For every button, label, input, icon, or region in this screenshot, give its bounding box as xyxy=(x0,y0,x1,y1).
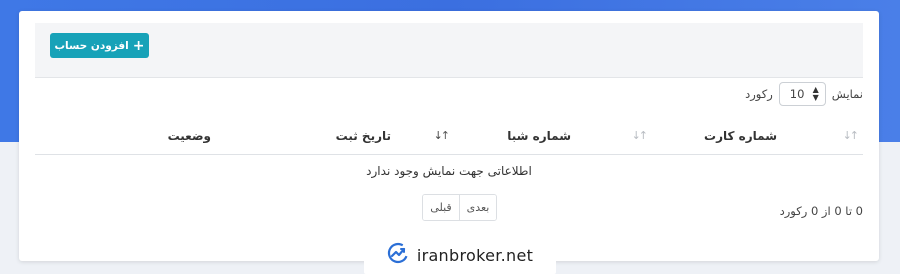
sort-icon[interactable]: ↑↓ xyxy=(843,129,860,142)
pagination: قبلی بعدی xyxy=(422,194,497,221)
length-prefix: نمایش xyxy=(831,87,863,101)
previous-page-button[interactable]: قبلی xyxy=(423,195,460,220)
accounts-card: + افزودن حساب نمایش 10 ▲ ▼ رکورد شماره کا… xyxy=(19,11,879,261)
iranbroker-logo-icon xyxy=(387,242,409,268)
add-account-button[interactable]: + افزودن حساب xyxy=(50,33,149,58)
records-info: 0 تا 0 از 0 رکورد xyxy=(779,204,863,218)
sort-icon[interactable]: ↑↓ xyxy=(632,129,649,142)
column-label-sheba-number: شماره شبا xyxy=(507,129,571,143)
sort-down-icon[interactable]: ↑↓ xyxy=(434,129,451,142)
empty-table-message: اطلاعاتی جهت نمایش وجود ندارد xyxy=(366,164,532,178)
plus-icon: + xyxy=(132,37,145,54)
page-length-value: 10 xyxy=(789,87,805,101)
accounts-table-header: شماره کارت ↑↓ شماره شبا ↑↓ تاریخ ثبت ↑↓ … xyxy=(35,119,863,155)
column-label-registration-date: تاریخ ثبت xyxy=(335,129,391,143)
column-label-card-number: شماره کارت xyxy=(704,129,777,143)
length-suffix: رکورد xyxy=(745,87,773,101)
column-header-registration-date[interactable]: تاریخ ثبت xyxy=(336,119,391,153)
watermark: iranbroker.net xyxy=(364,236,556,274)
next-page-button[interactable]: بعدی xyxy=(460,195,496,220)
select-arrows-icon: ▲ ▼ xyxy=(812,85,819,102)
column-header-sheba-number[interactable]: شماره شبا xyxy=(507,119,571,153)
watermark-text: iranbroker.net xyxy=(416,245,534,265)
page-length-select[interactable]: 10 ▲ ▼ xyxy=(778,82,826,106)
add-account-label: افزودن حساب xyxy=(54,39,129,52)
column-label-status: وضعیت xyxy=(167,129,211,143)
card-toolbar: + افزودن حساب xyxy=(35,23,863,78)
column-header-status: وضعیت xyxy=(168,119,211,153)
page-length-control: نمایش 10 ▲ ▼ رکورد xyxy=(745,82,863,106)
column-header-card-number[interactable]: شماره کارت xyxy=(704,119,777,153)
